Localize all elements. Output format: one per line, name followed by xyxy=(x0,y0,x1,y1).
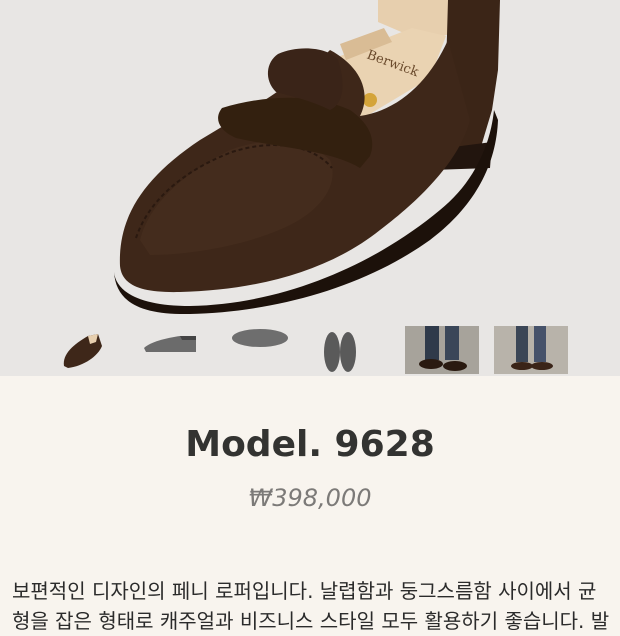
product-model-title: Model. 9628 xyxy=(185,424,435,465)
thumb-top-view[interactable] xyxy=(320,326,394,374)
thumb-side-view[interactable] xyxy=(50,326,124,374)
thumb-profile-view[interactable] xyxy=(140,326,214,374)
loafer-sole-icon xyxy=(232,329,288,347)
description-line-1: 보편적인 디자인의 페니 로퍼입니다. 날렵함과 둥그스름함 사이에서 균 xyxy=(12,579,597,603)
product-description: 보편적인 디자인의 페니 로퍼입니다. 날렵함과 둥그스름함 사이에서 균 형을… xyxy=(12,576,612,636)
thumb-sole-view[interactable] xyxy=(230,326,304,374)
loafer-side-icon xyxy=(63,334,102,368)
product-info: Model. 9628 ₩398,000 보편적인 디자인의 페니 로퍼입니다.… xyxy=(0,376,620,633)
description-line-2: 형을 잡은 형태로 캐주얼과 비즈니스 스타일 모두 활용하기 좋습니다. 발 xyxy=(12,609,610,633)
product-price: ₩398,000 xyxy=(248,484,372,512)
product-hero-image: Berwick xyxy=(0,0,620,376)
thumbnail-gallery xyxy=(0,322,620,376)
thumb-worn-photo-1[interactable] xyxy=(405,326,479,374)
thumb-worn-photo-2[interactable] xyxy=(494,326,568,374)
worn-photo-1-icon xyxy=(405,326,479,374)
worn-photo-2-icon xyxy=(494,326,568,374)
loafer-illustration: Berwick xyxy=(114,0,500,315)
loafer-profile-icon xyxy=(144,336,196,352)
loafer-top-icon xyxy=(324,332,356,372)
